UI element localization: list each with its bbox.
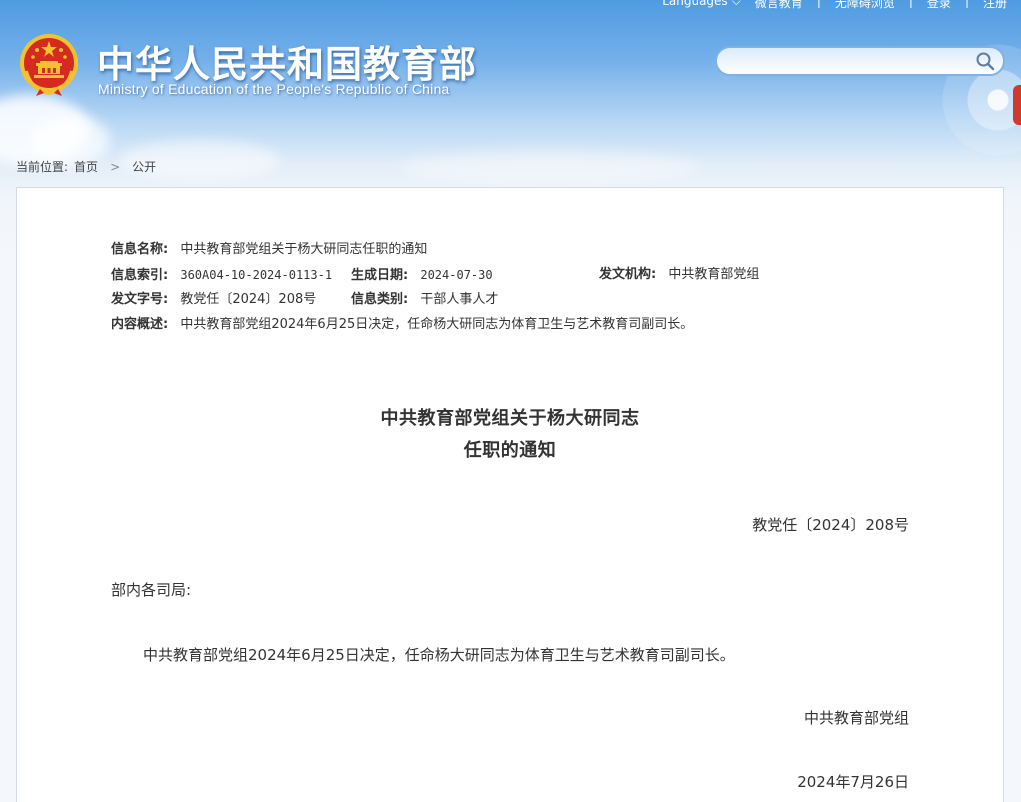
national-emblem-icon[interactable] bbox=[18, 33, 80, 97]
link-separator: | bbox=[964, 0, 969, 8]
top-links: Languages ⌵ 微言教育 | 无障碍浏览 | 登录 | 注册 bbox=[662, 0, 1007, 11]
link-separator: | bbox=[908, 0, 913, 8]
meta-row-name: 信息名称: 中共教育部党组关于杨大研同志任职的通知 bbox=[111, 240, 427, 260]
document-number: 教党任〔2024〕208号 bbox=[752, 516, 909, 534]
meta-date-label: 生成日期: bbox=[351, 268, 409, 283]
meta-docno-value: 教党任〔2024〕208号 bbox=[180, 292, 317, 307]
chevron-down-icon[interactable]: ⌵ bbox=[732, 0, 741, 11]
meta-summary-value: 中共教育部党组2024年6月25日决定，任命杨大研同志为体育卫生与艺术教育司副司… bbox=[180, 317, 694, 332]
breadcrumb-home-link[interactable]: 首页 bbox=[74, 158, 98, 175]
meta-index-label: 信息索引: bbox=[111, 268, 169, 283]
breadcrumb: 当前位置: 首页 > 公开 bbox=[16, 158, 156, 175]
meta-row-org: 发文机构: 中共教育部党组 bbox=[599, 265, 759, 285]
document-addressee: 部内各司局: bbox=[111, 581, 192, 599]
meta-name-value: 中共教育部党组关于杨大研同志任职的通知 bbox=[180, 242, 428, 257]
document-date: 2024年7月26日 bbox=[797, 773, 909, 791]
document-issuer: 中共教育部党组 bbox=[803, 709, 909, 727]
link-separator: | bbox=[816, 0, 821, 8]
accessibility-link[interactable]: 无障碍浏览 bbox=[835, 0, 895, 11]
breadcrumb-prefix: 当前位置: bbox=[16, 160, 69, 174]
meta-org-label: 发文机构: bbox=[599, 267, 657, 282]
document-body: 中共教育部党组2024年6月25日决定，任命杨大研同志为体育卫生与艺术教育司副司… bbox=[143, 646, 735, 664]
languages-link[interactable]: Languages bbox=[662, 0, 727, 11]
meta-category-value: 干部人事人才 bbox=[420, 292, 499, 307]
meta-row-category: 信息类别: 干部人事人才 bbox=[351, 290, 498, 310]
register-link[interactable]: 注册 bbox=[983, 0, 1007, 11]
login-link[interactable]: 登录 bbox=[927, 0, 951, 11]
dandelion-stem-decoration bbox=[1013, 85, 1021, 125]
meta-row-date: 生成日期: 2024-07-30 bbox=[351, 265, 493, 285]
meta-name-label: 信息名称: bbox=[111, 242, 169, 257]
article-panel: 信息名称: 中共教育部党组关于杨大研同志任职的通知 信息索引: 360A04-1… bbox=[16, 187, 1004, 802]
meta-docno-label: 发文字号: bbox=[111, 292, 169, 307]
document-title-line-1: 中共教育部党组关于杨大研同志 bbox=[380, 408, 640, 429]
chevron-right-icon: > bbox=[110, 159, 121, 174]
site-title[interactable]: 中华人民共和国教育部 bbox=[97, 34, 477, 88]
meta-row-docno: 发文字号: 教党任〔2024〕208号 bbox=[111, 290, 316, 310]
search-box bbox=[715, 46, 1005, 76]
search-input[interactable] bbox=[729, 51, 978, 73]
meta-date-value: 2024-07-30 bbox=[420, 268, 493, 282]
meta-row-summary: 内容概述: 中共教育部党组2024年6月25日决定，任命杨大研同志为体育卫生与艺… bbox=[111, 315, 693, 335]
breadcrumb-public-link[interactable]: 公开 bbox=[132, 158, 156, 175]
search-icon[interactable] bbox=[975, 51, 995, 71]
site-subtitle: Ministry of Education of the People's Re… bbox=[98, 81, 450, 97]
meta-summary-label: 内容概述: bbox=[111, 317, 169, 332]
meta-org-value: 中共教育部党组 bbox=[668, 267, 760, 282]
meta-row-index: 信息索引: 360A04-10-2024-0113-1 bbox=[111, 265, 332, 285]
meta-index-value: 360A04-10-2024-0113-1 bbox=[180, 268, 333, 282]
page: Languages ⌵ 微言教育 | 无障碍浏览 | 登录 | 注册 中华人民共… bbox=[0, 0, 1021, 802]
weiyan-education-link[interactable]: 微言教育 bbox=[755, 0, 803, 11]
cloud-decoration bbox=[400, 150, 700, 185]
document-title-line-2: 任职的通知 bbox=[463, 440, 557, 461]
meta-category-label: 信息类别: bbox=[351, 292, 409, 307]
